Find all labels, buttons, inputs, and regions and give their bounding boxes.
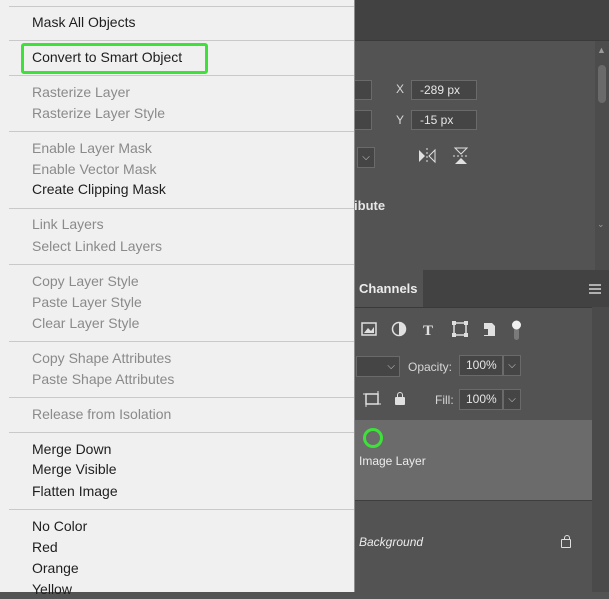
filter-smart-object-icon [482, 323, 495, 336]
lock-position-icon[interactable] [362, 390, 382, 411]
layer-lock-icon [561, 535, 571, 548]
menu-item-clear-layer-style[interactable]: Clear Layer Style [32, 313, 139, 333]
filter-toggle-icon [512, 320, 521, 340]
layer-name: Background [359, 535, 424, 549]
menu-item-rasterize-layer-style[interactable]: Rasterize Layer Style [32, 103, 165, 123]
menu-separator [9, 341, 354, 342]
menu-separator [9, 264, 354, 265]
menu-separator [9, 131, 354, 132]
menu-item-orange[interactable]: Orange [32, 558, 79, 578]
menu-item-release-from-isolation[interactable]: Release from Isolation [32, 404, 171, 424]
menu-item-merge-visible[interactable]: Merge Visible [32, 459, 117, 479]
menu-item-select-linked-layers[interactable]: Select Linked Layers [32, 236, 162, 256]
filter-type-icon: T [423, 323, 433, 339]
chevron-down-icon: ⌵ [387, 361, 395, 372]
lock-all-icon[interactable] [395, 392, 405, 405]
menu-item-red[interactable]: Red [32, 537, 58, 557]
filter-image-icon [361, 322, 377, 336]
menu-separator [9, 40, 354, 41]
svg-text:T: T [423, 323, 433, 339]
flip-horizontal-icon[interactable] [417, 147, 437, 168]
menu-item-enable-vector-mask[interactable]: Enable Vector Mask [32, 159, 157, 179]
opacity-field[interactable]: 100% [459, 355, 503, 376]
panel-menu-icon[interactable] [589, 284, 601, 296]
angle-dropdown-arrow[interactable]: ⌵ [357, 147, 375, 168]
fill-field[interactable]: 100% [459, 389, 503, 410]
layer-row-image-layer[interactable]: Image Layer [355, 420, 592, 500]
menu-item-yellow[interactable]: Yellow [32, 579, 72, 599]
menu-separator [9, 208, 354, 209]
scroll-thumb[interactable] [598, 65, 606, 103]
blend-mode-dropdown[interactable]: ⌵ [356, 356, 400, 377]
menu-item-create-clipping-mask[interactable]: Create Clipping Mask [32, 179, 166, 199]
filter-shape-icon [452, 321, 468, 337]
menu-item-paste-shape-attributes[interactable]: Paste Shape Attributes [32, 369, 174, 389]
opacity-label: Opacity: [408, 360, 453, 374]
opacity-dropdown-arrow[interactable]: ⌵ [503, 355, 521, 376]
y-label: Y [396, 113, 405, 127]
layer-name: Image Layer [359, 454, 426, 468]
layers-scroll-area[interactable] [592, 307, 609, 592]
properties-scrollbar[interactable]: ▲ ⌄ [595, 41, 609, 271]
menu-item-flatten-image[interactable]: Flatten Image [32, 481, 118, 501]
menu-item-enable-layer-mask[interactable]: Enable Layer Mask [32, 138, 152, 158]
menu-separator [9, 6, 354, 7]
menu-item-no-color[interactable]: No Color [32, 516, 87, 536]
layer-filter-icons: T [356, 320, 536, 345]
menu-item-mask-all-objects[interactable]: Mask All Objects [32, 12, 135, 32]
menu-separator [9, 75, 354, 76]
layer-context-menu: Mask All Objects Convert to Smart Object… [0, 0, 355, 597]
menu-item-paste-layer-style[interactable]: Paste Layer Style [32, 292, 142, 312]
scroll-down-icon[interactable]: ⌄ [597, 219, 605, 230]
flip-vertical-icon[interactable] [452, 146, 470, 169]
menu-item-copy-layer-style[interactable]: Copy Layer Style [32, 271, 139, 291]
menu-item-link-layers[interactable]: Link Layers [32, 214, 104, 234]
y-position-field[interactable]: -15 px [411, 110, 477, 130]
highlight-circle-annotation [363, 428, 383, 448]
x-label: X [396, 82, 405, 96]
filter-adjustment-icon [391, 321, 407, 337]
menu-separator [9, 397, 354, 398]
tab-channels[interactable]: Channels [348, 270, 423, 307]
fill-label: Fill: [435, 393, 454, 407]
scroll-up-icon[interactable]: ▲ [597, 45, 606, 55]
menu-item-merge-down[interactable]: Merge Down [32, 439, 111, 459]
x-position-field[interactable]: -289 px [411, 80, 477, 100]
menu-separator [9, 432, 354, 433]
menu-item-rasterize-layer[interactable]: Rasterize Layer [32, 82, 130, 102]
layer-row-background[interactable]: Background [355, 500, 592, 583]
menu-separator [9, 509, 354, 510]
menu-item-copy-shape-attributes[interactable]: Copy Shape Attributes [32, 348, 171, 368]
fill-dropdown-arrow[interactable]: ⌵ [503, 389, 521, 410]
highlight-box-annotation [21, 43, 208, 74]
